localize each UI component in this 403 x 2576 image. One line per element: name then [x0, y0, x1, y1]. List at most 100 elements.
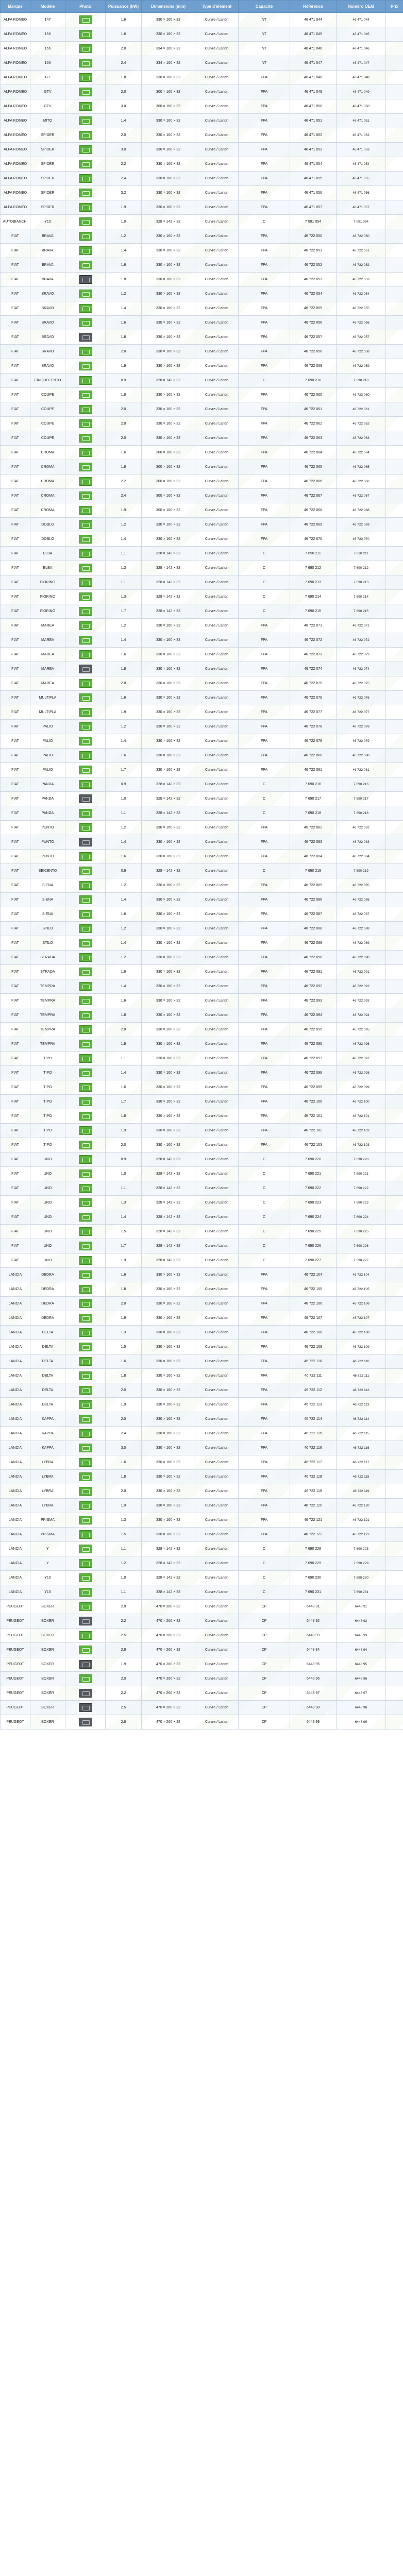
brand-cell: FIAT	[0, 315, 30, 330]
price-cell	[385, 1426, 403, 1441]
price-cell	[385, 1570, 403, 1585]
product-photo	[78, 217, 92, 226]
oem-number-cell: 7 690 211	[336, 546, 386, 561]
price-cell	[385, 993, 403, 1008]
dimensions-cell: 330 × 160 × 32	[141, 1383, 195, 1398]
power-cell: 2.4	[105, 488, 142, 503]
reference-cell: 46 722 110	[290, 1354, 337, 1369]
reference-cell: 46 722 065	[290, 460, 337, 474]
dimensions-cell: 330 × 160 × 32	[141, 1109, 195, 1124]
reference-cell: 46 471 047	[290, 56, 337, 71]
product-photo	[78, 1674, 92, 1683]
type-cell: Cuivre / Laiton	[195, 964, 239, 979]
type-cell: Cuivre / Laiton	[195, 1181, 239, 1196]
dimensions-cell: 300 × 160 × 32	[141, 503, 195, 518]
product-photo	[78, 1689, 92, 1698]
type-cell: Cuivre / Laiton	[195, 1412, 239, 1427]
product-photo	[78, 1501, 92, 1510]
capacity-cell: FPA	[238, 1138, 290, 1153]
model-cell: STILO	[30, 936, 65, 951]
brand-cell: PEUGEOT	[0, 1671, 30, 1686]
capacity-cell: C	[238, 373, 290, 388]
oem-number-cell: 46 722 093	[336, 993, 386, 1008]
oem-number-cell: 6448 92	[336, 1614, 386, 1629]
model-cell: 147	[30, 12, 65, 27]
reference-cell: 46 722 107	[290, 1311, 337, 1326]
product-photo	[78, 867, 92, 875]
oem-number-cell: 46 722 055	[336, 301, 386, 316]
reference-cell: 46 722 080	[290, 748, 337, 763]
model-cell: BRAVO	[30, 344, 65, 359]
table-row: FIAT DOBLO 1.4 330 × 160 × 32 Cuivre / Laito…	[0, 532, 403, 547]
capacity-cell: C	[238, 1556, 290, 1571]
oem-number-cell: 46 722 061	[336, 402, 386, 417]
product-photo	[78, 1011, 92, 1020]
oem-number-cell: 46 722 115	[336, 1426, 386, 1441]
price-cell	[385, 1556, 403, 1571]
product-photo	[78, 347, 92, 356]
reference-cell: 46 722 094	[290, 1008, 337, 1023]
brand-cell: FIAT	[0, 474, 30, 489]
dimensions-cell: 330 × 160 × 32	[141, 748, 195, 763]
oem-number-cell: 46 722 066	[336, 474, 386, 489]
power-cell: 0.9	[105, 373, 142, 388]
photo-cell	[65, 849, 106, 864]
type-cell: Cuivre / Laiton	[195, 1426, 239, 1441]
capacity-cell: C	[238, 806, 290, 821]
power-cell: 1.9	[105, 1498, 142, 1513]
product-photo	[78, 1112, 92, 1121]
reference-cell: 6448 94	[290, 1642, 337, 1657]
type-cell: Cuivre / Laiton	[195, 214, 239, 229]
oem-number-cell: 46 471 051	[336, 113, 386, 128]
oem-number-cell: 46 722 057	[336, 330, 386, 345]
dimensions-cell: 330 × 160 × 32	[141, 1138, 195, 1153]
table-row: ALFA ROMEO 156 1.6 330 × 160 × 32 Cuivre / L…	[0, 27, 403, 42]
photo-cell	[65, 41, 106, 56]
brand-cell: LANCIA	[0, 1455, 30, 1470]
model-cell: SPIDER	[30, 142, 65, 157]
model-cell: GTV	[30, 99, 65, 114]
capacity-cell: FPA	[238, 647, 290, 662]
capacity-cell: FPA	[238, 99, 290, 114]
reference-cell: 46 722 096	[290, 1037, 337, 1052]
reference-cell: 46 722 106	[290, 1296, 337, 1311]
photo-cell	[65, 315, 106, 330]
brand-cell: FIAT	[0, 993, 30, 1008]
product-photo	[78, 261, 92, 269]
table-row: FIAT TIPO 1.4 330 × 160 × 32 Cuivre / Laiton…	[0, 1065, 403, 1080]
capacity-cell: FPA	[238, 1484, 290, 1499]
dimensions-cell: 328 × 142 × 32	[141, 1210, 195, 1225]
type-cell: Cuivre / Laiton	[195, 1628, 239, 1643]
reference-cell: 46 722 119	[290, 1484, 337, 1499]
type-cell: Cuivre / Laiton	[195, 445, 239, 460]
model-cell: MULTIPLA	[30, 690, 65, 705]
reference-cell: 46 722 089	[290, 936, 337, 951]
capacity-cell: FPA	[238, 185, 290, 200]
dimensions-cell: 330 × 160 × 32	[141, 286, 195, 301]
dimensions-cell: 470 × 260 × 32	[141, 1642, 195, 1657]
table-row: FIAT MAREA 1.6 330 × 160 × 32 Cuivre / Laito…	[0, 647, 403, 662]
dimensions-cell: 330 × 160 × 32	[141, 936, 195, 951]
dimensions-cell: 328 × 142 × 32	[141, 806, 195, 821]
photo-cell	[65, 258, 106, 273]
photo-cell	[65, 892, 106, 907]
power-cell: 2.5	[105, 1700, 142, 1715]
type-cell: Cuivre / Laiton	[195, 1296, 239, 1311]
capacity-cell: C	[238, 1210, 290, 1225]
oem-number-cell: 46 722 117	[336, 1455, 386, 1470]
dimensions-cell: 330 × 160 × 32	[141, 892, 195, 907]
table-row: FIAT BRAVO 1.9 330 × 160 × 32 Cuivre / Laito…	[0, 359, 403, 374]
photo-cell	[65, 1008, 106, 1023]
brand-cell: ALFA ROMEO	[0, 27, 30, 42]
oem-number-cell: 7 690 210	[336, 373, 386, 388]
product-photo	[78, 44, 92, 53]
photo-cell	[65, 200, 106, 215]
capacity-cell: C	[238, 863, 290, 878]
model-cell: TEMPRA	[30, 1037, 65, 1052]
dimensions-cell: 330 × 160 × 32	[141, 1397, 195, 1412]
oem-number-cell: 46 722 095	[336, 1022, 386, 1037]
brand-cell: PEUGEOT	[0, 1628, 30, 1643]
price-cell	[385, 113, 403, 128]
power-cell: 1.4	[105, 633, 142, 648]
product-photo	[78, 1660, 92, 1669]
